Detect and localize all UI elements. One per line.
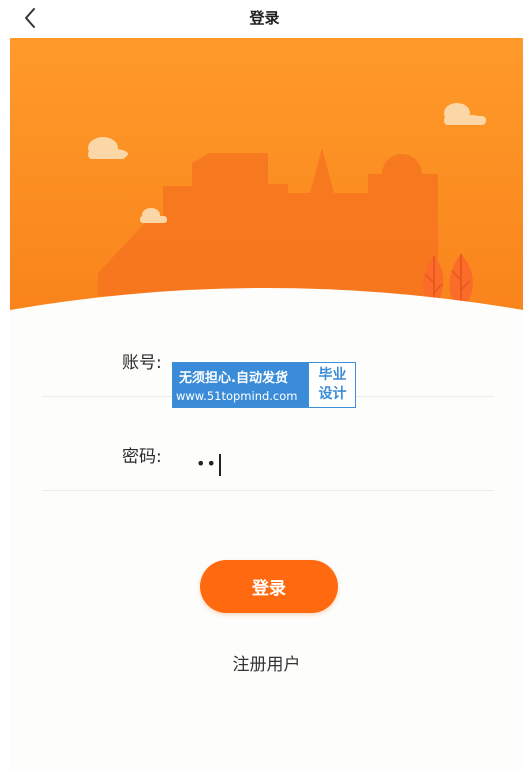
watermark-side-line2: 设计 [318,386,347,402]
watermark-main: 无须担心.自动发货 www.51topmind.com [173,363,309,407]
password-label: 密码: [122,447,162,467]
login-page: 账号: 密码: •• 登录 注册用户 无须担心.自动发货 www.51topmi… [10,38,523,772]
password-value: •• [196,454,217,473]
password-input[interactable]: •• [196,450,456,478]
register-link[interactable]: 注册用户 [10,650,523,675]
watermark-banner: 无须担心.自动发货 www.51topmind.com 毕业 设计 [172,362,356,408]
account-label: 账号: [122,353,162,373]
watermark-side-line1: 毕业 [318,367,347,383]
watermark-slogan: 无须担心.自动发货 [179,371,288,386]
right-edge [523,38,529,772]
watermark-side: 毕业 设计 [310,363,355,407]
text-caret [218,453,221,476]
page-title: 登录 [249,9,280,27]
password-underline [42,490,494,491]
left-edge [0,38,10,772]
navigation-bar: 登录 [0,0,529,38]
hero-illustration [10,38,523,338]
login-button[interactable]: 登录 [200,560,338,613]
watermark-url: www.51topmind.com [176,389,298,403]
